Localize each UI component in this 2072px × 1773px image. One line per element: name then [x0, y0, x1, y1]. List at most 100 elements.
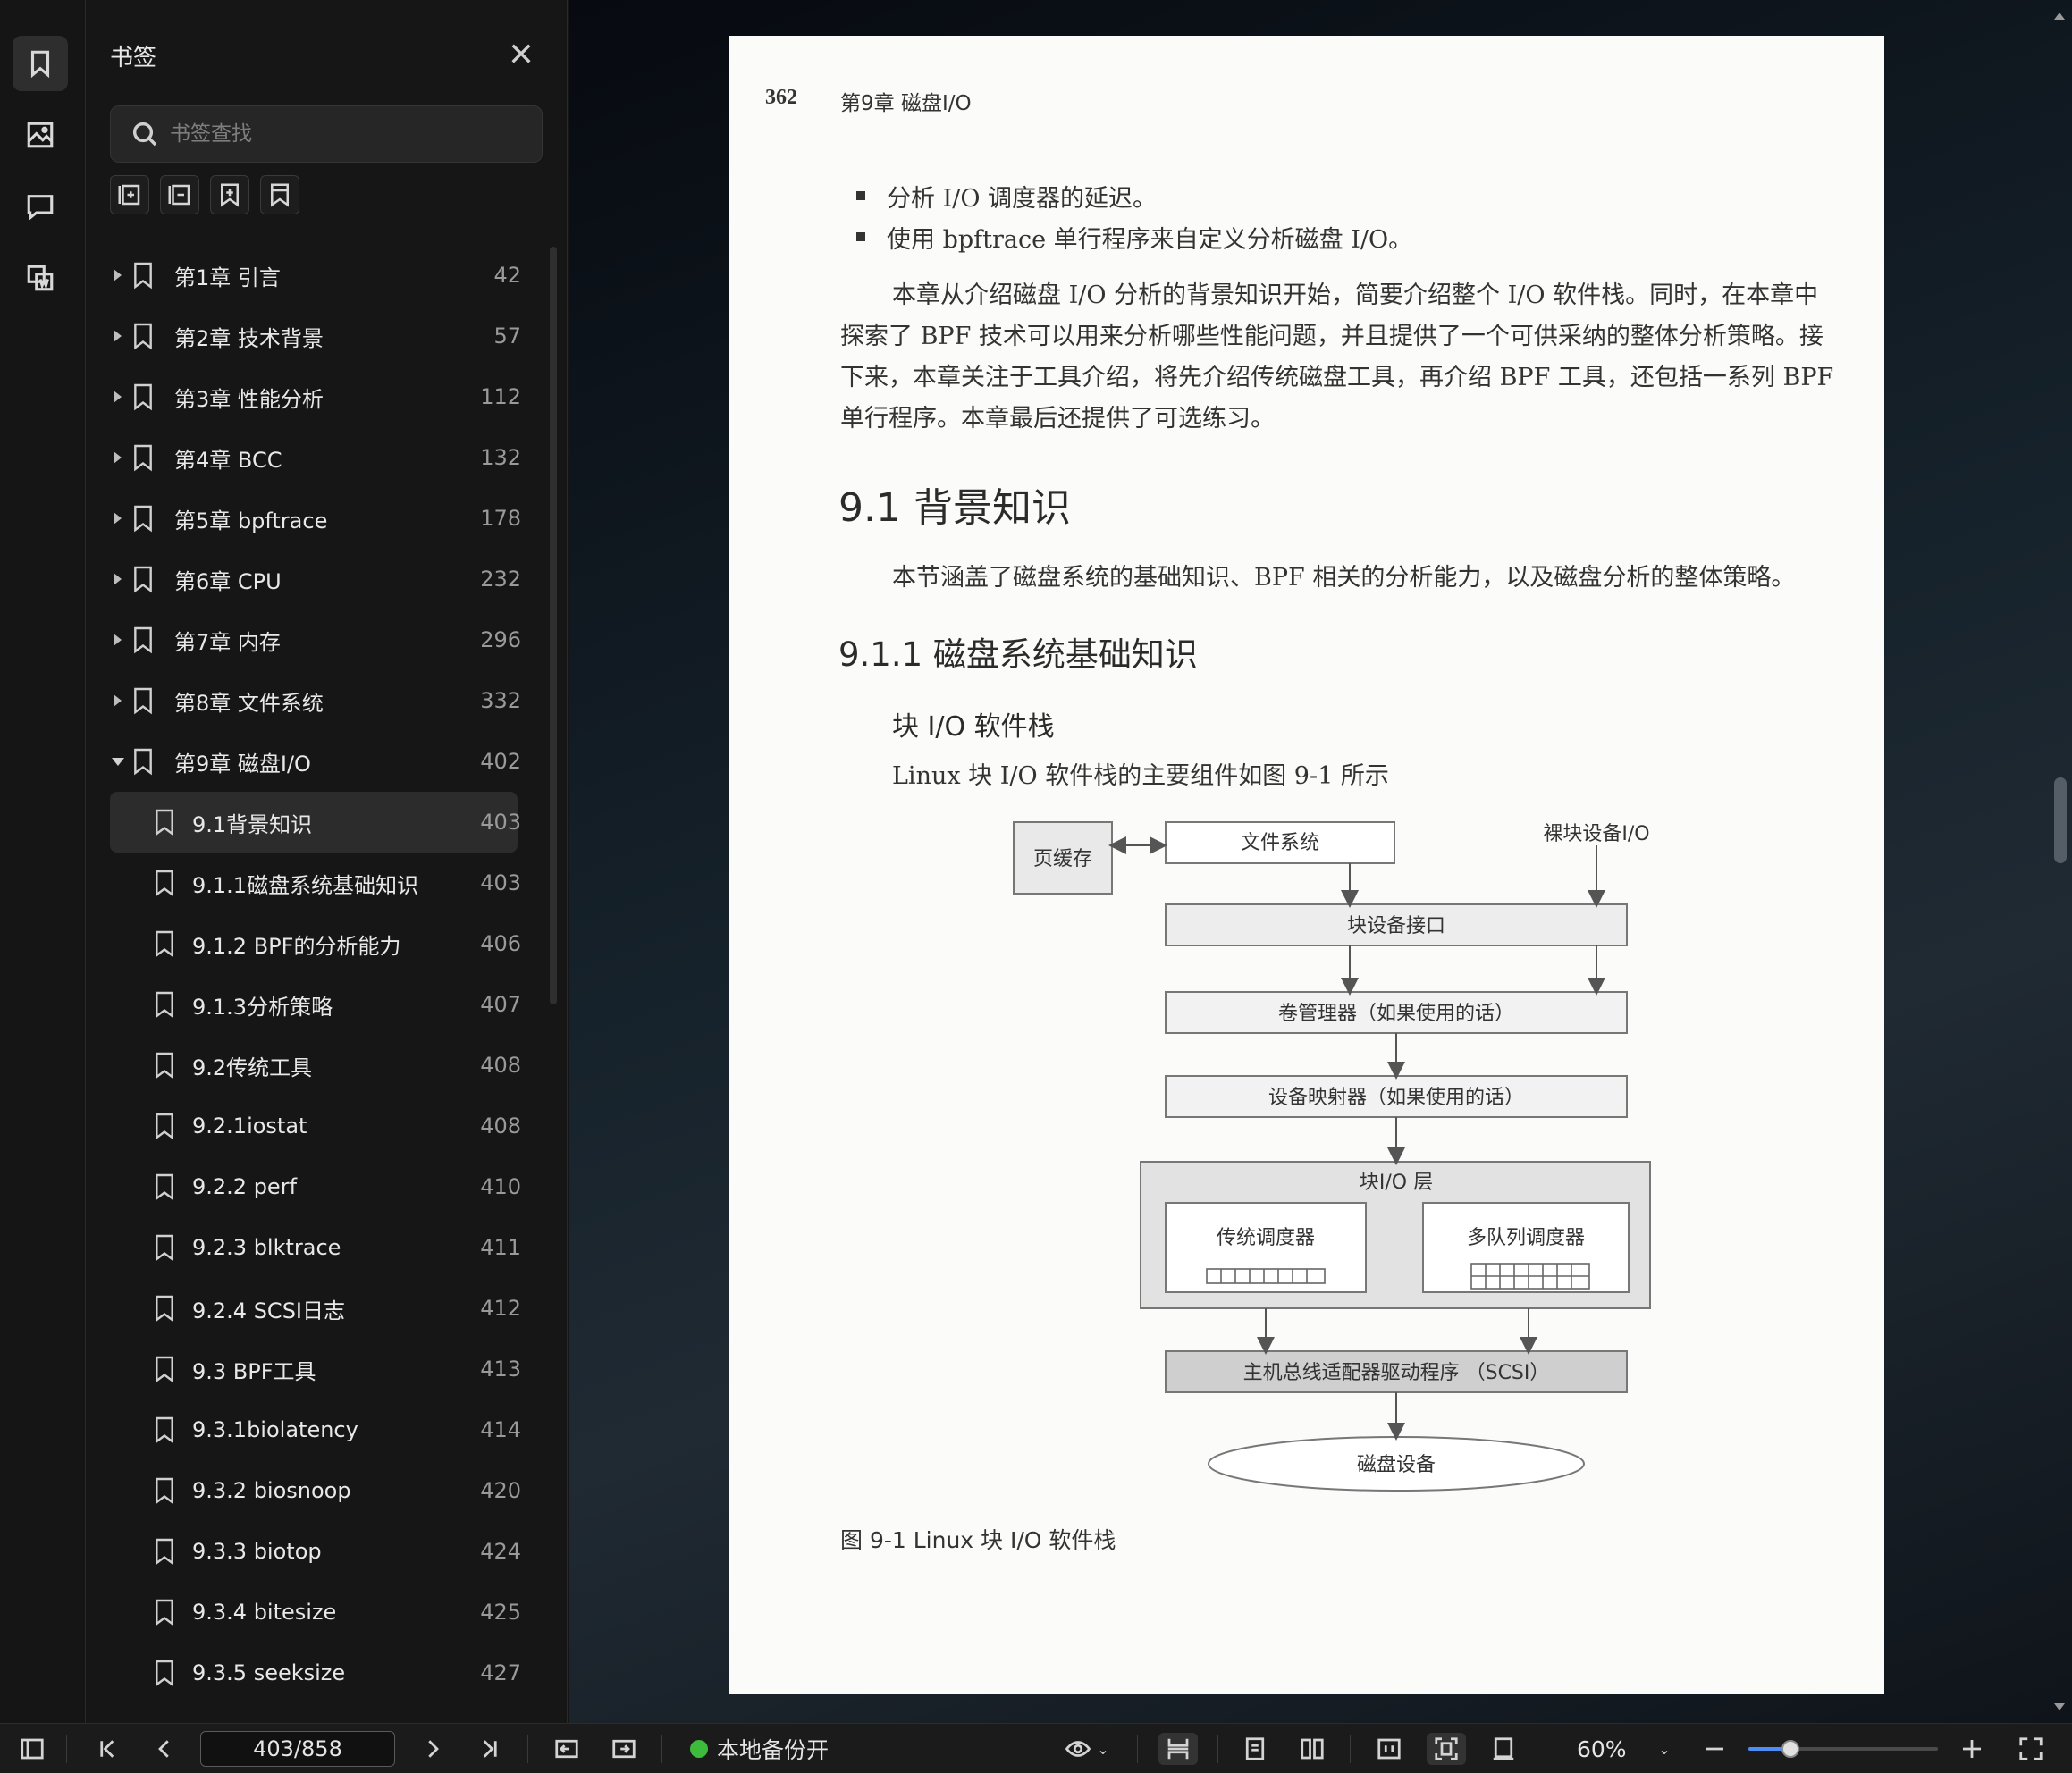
bookmark-item-selected[interactable]: 9.1背景知识 403: [110, 792, 521, 853]
bookmark-item[interactable]: 9.2.4 SCSI日志 412: [110, 1278, 521, 1339]
bookmark-item[interactable]: 9.3.4 bitesize 425: [110, 1582, 521, 1643]
volume-manager-label: 卷管理器（如果使用的话）: [1278, 1003, 1514, 1025]
bookmark-item[interactable]: 9.3.1biolatency 414: [110, 1399, 521, 1460]
bookmark-page: 178: [480, 506, 521, 531]
bookmark-item[interactable]: 第9章 磁盘I/O 402: [87, 731, 552, 792]
bookmark-page: 410: [480, 1174, 521, 1199]
next-page-button[interactable]: [417, 1733, 449, 1765]
bookmark-item[interactable]: 9.1.2 BPF的分析能力 406: [110, 913, 521, 974]
bookmark-item[interactable]: 9.3.2 biosnoop 420: [110, 1460, 521, 1521]
go-forward-button[interactable]: [608, 1733, 640, 1765]
previous-page-button[interactable]: [148, 1733, 181, 1765]
fit-page-button[interactable]: [1427, 1733, 1466, 1765]
eye-protection-menu[interactable]: ⌄: [1058, 1733, 1116, 1765]
bookmark-item[interactable]: 9.3.3 biotop 424: [110, 1521, 521, 1582]
local-backup-toggle[interactable]: 本地备份开: [690, 1733, 829, 1765]
bookmark-icon: [156, 1295, 173, 1323]
bookmark-search-input[interactable]: [170, 122, 510, 146]
block-interface-label: 块设备接口: [1347, 915, 1445, 937]
bookmark-search[interactable]: [110, 105, 543, 163]
scroll-down-arrow-icon[interactable]: [2054, 1703, 2065, 1710]
bookmark-label: 第7章 内存: [174, 629, 281, 655]
add-bookmark-button[interactable]: [210, 175, 249, 214]
bookmark-panel-button[interactable]: [13, 36, 68, 91]
actual-size-button[interactable]: [1487, 1733, 1520, 1765]
bookmark-item[interactable]: 第7章 内存 296: [87, 609, 552, 670]
left-icon-rail: [0, 0, 86, 1723]
expand-all-button[interactable]: [110, 175, 149, 214]
document-viewer[interactable]: 362 第9章 磁盘I/O 分析 I/O 调度器的延迟。 使用 bpftrace…: [569, 0, 2072, 1723]
panel-scrollbar[interactable]: [550, 247, 557, 1004]
bottom-toolbar: 本地备份开 ⌄ 60% ⌄: [0, 1723, 2072, 1773]
page-number-input[interactable]: [200, 1731, 395, 1767]
zoom-level[interactable]: 60%: [1577, 1736, 1627, 1762]
two-page-button[interactable]: [1296, 1733, 1328, 1765]
toggle-sidebar-button[interactable]: [16, 1733, 48, 1765]
zoom-out-button[interactable]: [1698, 1733, 1731, 1765]
last-page-icon: [483, 1740, 497, 1758]
bookmark-item[interactable]: 第5章 bpftrace 178: [87, 488, 552, 549]
bookmark-item[interactable]: 9.1.3分析策略 407: [110, 974, 521, 1035]
sidebar-toggle-icon: [21, 1738, 44, 1760]
viewer-scrollbar[interactable]: [2054, 777, 2067, 863]
go-forward-icon: [612, 1739, 636, 1759]
bookmark-item[interactable]: 9.2.1iostat 408: [110, 1096, 521, 1156]
collapse-arrow-icon[interactable]: [112, 757, 124, 766]
close-panel-button[interactable]: [507, 39, 535, 68]
raw-block-label: 裸块设备I/O: [1543, 823, 1649, 845]
bookmark-page: 420: [480, 1478, 521, 1503]
single-page-button[interactable]: [1239, 1733, 1271, 1765]
scroll-mode-icon: [1167, 1738, 1189, 1760]
bookmark-icon: [156, 1052, 173, 1080]
expand-arrow-icon[interactable]: [114, 634, 122, 646]
bookmark-item[interactable]: 9.2.2 perf 410: [110, 1156, 521, 1217]
bookmark-item[interactable]: 第2章 技术背景 57: [87, 306, 552, 366]
bookmark-item[interactable]: 9.1.1磁盘系统基础知识 403: [110, 853, 521, 913]
backup-status-dot: [690, 1740, 708, 1758]
bookmark-item[interactable]: 9.3 BPF工具 413: [110, 1339, 521, 1399]
bookmark-label: 第1章 引言: [174, 265, 281, 290]
thumbnail-panel-button[interactable]: [13, 107, 68, 163]
zoom-preset-dropdown[interactable]: ⌄: [1654, 1733, 1675, 1765]
bookmark-label: 第2章 技术背景: [174, 325, 324, 351]
bookmark-page: 403: [480, 810, 521, 835]
go-back-button[interactable]: [551, 1733, 583, 1765]
bookmark-item[interactable]: 第8章 文件系统 332: [87, 670, 552, 731]
bookmark-page: 42: [493, 263, 521, 288]
last-page-button[interactable]: [474, 1733, 506, 1765]
fullscreen-button[interactable]: [2015, 1733, 2047, 1765]
page-cache-label: 页缓存: [1033, 848, 1092, 870]
bookmark-item[interactable]: 9.2传统工具 408: [110, 1035, 521, 1096]
bookmark-item[interactable]: 第6章 CPU 232: [87, 549, 552, 609]
figure-caption: 图 9-1 Linux 块 I/O 软件栈: [840, 1527, 1116, 1553]
bookmark-icon: [134, 626, 152, 654]
expand-arrow-icon[interactable]: [114, 330, 122, 342]
collapse-all-button[interactable]: [160, 175, 199, 214]
zoom-slider[interactable]: [1748, 1740, 1938, 1758]
first-page-icon: [100, 1740, 114, 1758]
bookmark-item[interactable]: 9.2.3 blktrace 411: [110, 1217, 521, 1278]
expand-arrow-icon[interactable]: [114, 391, 122, 403]
expand-arrow-icon[interactable]: [114, 694, 122, 707]
bookmark-list: 第1章 引言 42 第2章 技术背景 57 第3章 性能分析 112 第4章 BCC 1…: [87, 245, 552, 1703]
bookmark-item[interactable]: 第3章 性能分析 112: [87, 366, 552, 427]
bookmark-item[interactable]: 第4章 BCC 132: [87, 427, 552, 488]
expand-arrow-icon[interactable]: [114, 269, 122, 281]
bookmark-item[interactable]: 9.3.5 seeksize 427: [110, 1643, 521, 1703]
continuous-scroll-button[interactable]: [1158, 1733, 1198, 1765]
go-back-icon: [555, 1739, 578, 1759]
bookmark-label: 第3章 性能分析: [174, 386, 324, 412]
comment-panel-button[interactable]: [13, 179, 68, 234]
scroll-up-arrow-icon[interactable]: [2054, 13, 2065, 20]
fit-width-button[interactable]: [1373, 1733, 1405, 1765]
bookmark-item[interactable]: 第1章 引言 42: [87, 245, 552, 306]
ocr-panel-button[interactable]: [13, 250, 68, 306]
expand-arrow-icon[interactable]: [114, 512, 122, 525]
zoom-in-button[interactable]: [1956, 1733, 1988, 1765]
expand-arrow-icon[interactable]: [114, 573, 122, 585]
expand-arrow-icon[interactable]: [114, 451, 122, 464]
zoom-slider-knob[interactable]: [1781, 1740, 1799, 1758]
bookmark-label: 9.1.3分析策略: [192, 994, 333, 1020]
first-page-button[interactable]: [91, 1733, 123, 1765]
bookmark-options-button[interactable]: [260, 175, 299, 214]
